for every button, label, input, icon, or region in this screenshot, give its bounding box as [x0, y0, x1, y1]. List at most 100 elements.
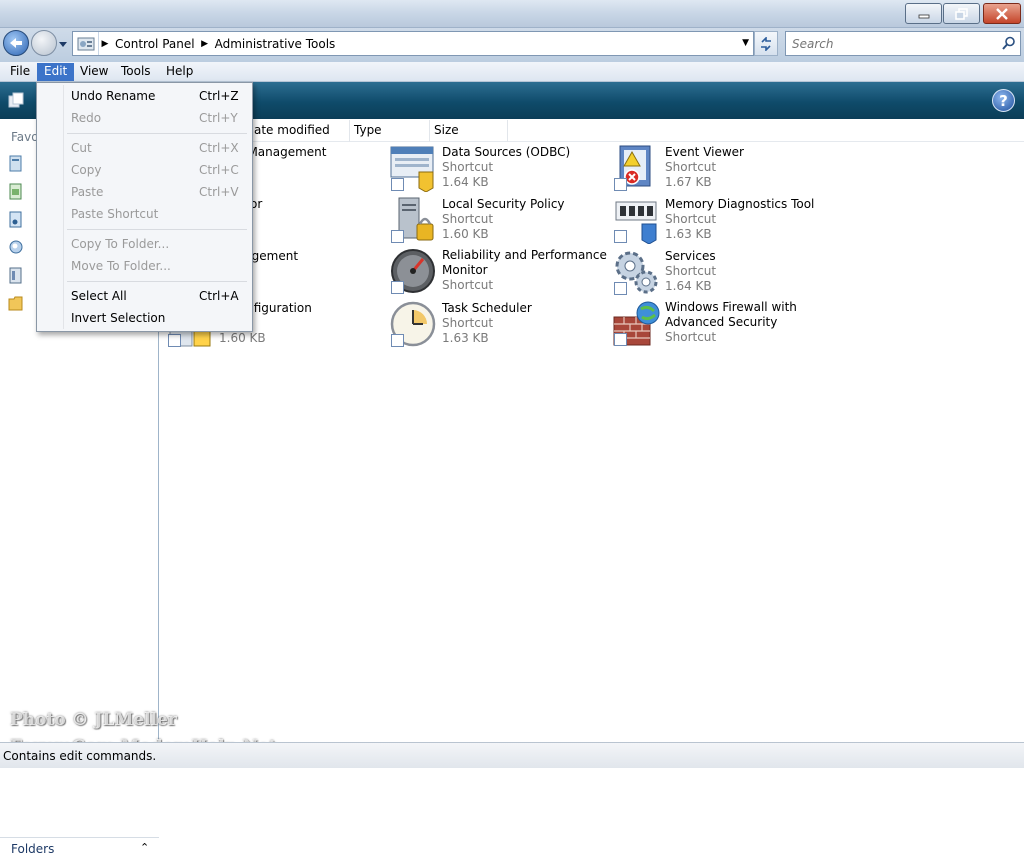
address-bar[interactable]: ▶ Control Panel ▶ Administrative Tools ▼ — [72, 31, 754, 56]
menu-item-label: Move To Folder... — [71, 259, 171, 273]
tile-windows-firewall[interactable]: Windows Firewall with Advanced Security … — [612, 299, 832, 349]
menu-item-redo[interactable]: Redo Ctrl+Y — [39, 108, 250, 128]
shortcut-arrow-icon — [391, 334, 404, 347]
column-date-modified[interactable]: ate modified — [248, 120, 350, 142]
close-button[interactable] — [983, 3, 1021, 24]
menu-item-label: Copy To Folder... — [71, 237, 170, 251]
help-button[interactable]: ? — [992, 89, 1015, 112]
back-button[interactable] — [3, 30, 29, 56]
tile-type: Shortcut — [665, 160, 717, 174]
menu-item-paste[interactable]: Paste Ctrl+V — [39, 182, 250, 202]
shortcut-arrow-icon — [391, 178, 404, 191]
breadcrumb-control-panel[interactable]: Control Panel — [111, 37, 199, 51]
tile-type: Shortcut — [442, 212, 494, 226]
menu-item-invert-selection[interactable]: Invert Selection — [39, 308, 250, 328]
menu-item-copy[interactable]: Copy Ctrl+C — [39, 160, 250, 180]
tile-type: Shortcut — [442, 278, 494, 292]
breadcrumb-administrative-tools[interactable]: Administrative Tools — [211, 37, 340, 51]
tile-size: 1.64 KB — [442, 175, 489, 189]
address-row: ▶ Control Panel ▶ Administrative Tools ▼ — [0, 28, 1024, 62]
menu-item-select-all[interactable]: Select All Ctrl+A — [39, 286, 250, 306]
menu-item-copy-to-folder[interactable]: Copy To Folder... — [39, 234, 250, 254]
menu-item-shortcut: Ctrl+V — [199, 185, 239, 199]
menu-edit[interactable]: Edit — [37, 63, 75, 81]
shortcut-arrow-icon — [391, 281, 404, 294]
column-headers: ate modified Type Size — [160, 120, 1024, 142]
menu-tools[interactable]: Tools — [114, 63, 158, 81]
search-icon[interactable] — [1002, 36, 1016, 50]
tile-reliability-monitor[interactable]: Reliability and Performance Monitor Shor… — [389, 247, 609, 297]
breadcrumb-separator-icon[interactable]: ▶ — [99, 39, 111, 49]
shortcut-arrow-icon — [168, 334, 181, 347]
folders-bar[interactable]: Folders ⌃ — [0, 837, 159, 861]
tile-type: Shortcut — [442, 160, 494, 174]
tile-task-scheduler[interactable]: Task Scheduler Shortcut 1.63 KB — [389, 300, 609, 350]
music-link-icon[interactable] — [8, 211, 24, 229]
menu-help[interactable]: Help — [159, 63, 200, 81]
tile-size: 1.67 KB — [665, 175, 712, 189]
menu-item-undo-rename[interactable]: Undo Rename Ctrl+Z — [39, 86, 250, 106]
searches-link-icon[interactable] — [8, 239, 24, 257]
breadcrumb-separator-icon[interactable]: ▶ — [199, 39, 211, 49]
forward-button[interactable] — [31, 30, 57, 56]
watermark-line-1: Photo © JLMeller — [10, 710, 177, 730]
menu-item-move-to-folder[interactable]: Move To Folder... — [39, 256, 250, 276]
menu-item-shortcut: Ctrl+Z — [199, 89, 239, 103]
restore-button[interactable] — [943, 3, 980, 24]
tile-size: 1.63 KB — [442, 331, 489, 345]
search-input[interactable] — [790, 35, 990, 52]
tile-type: Shortcut — [442, 316, 494, 330]
menu-view[interactable]: View — [73, 63, 115, 81]
shortcut-arrow-icon — [614, 333, 627, 346]
chevron-down-icon — [59, 42, 67, 47]
tile-data-sources[interactable]: Data Sources (ODBC) Shortcut 1.64 KB — [389, 144, 609, 194]
restore-icon — [954, 7, 968, 20]
back-arrow-icon — [10, 38, 22, 48]
address-history-dropdown[interactable]: ▼ — [742, 38, 749, 48]
menu-separator — [67, 281, 247, 282]
tile-event-viewer[interactable]: Event Viewer Shortcut 1.67 KB — [612, 144, 832, 194]
status-text: Contains edit commands. — [3, 749, 157, 763]
column-size[interactable]: Size — [428, 120, 508, 142]
menu-separator — [67, 229, 247, 230]
search-box[interactable] — [785, 31, 1021, 56]
folder-icon[interactable] — [8, 295, 24, 313]
tile-services[interactable]: Services Shortcut 1.64 KB — [612, 248, 832, 298]
public-link-icon[interactable] — [8, 267, 24, 285]
title-bar[interactable] — [0, 0, 1024, 28]
menu-separator — [67, 133, 247, 134]
organize-icon[interactable] — [8, 92, 24, 108]
chevron-up-icon[interactable]: ⌃ — [140, 841, 149, 854]
menu-item-label: Cut — [71, 141, 92, 155]
menu-item-paste-shortcut[interactable]: Paste Shortcut — [39, 204, 250, 224]
menu-item-label: Invert Selection — [71, 311, 166, 325]
tile-type: Shortcut — [665, 264, 717, 278]
shortcut-arrow-icon — [614, 282, 627, 295]
tile-name: Memory Diagnostics Tool — [665, 197, 815, 211]
menu-item-cut[interactable]: Cut Ctrl+X — [39, 138, 250, 158]
tile-memory-diagnostics[interactable]: Memory Diagnostics Tool Shortcut 1.63 KB — [612, 196, 832, 246]
recent-pages-dropdown[interactable] — [58, 38, 68, 48]
tile-size: 1.60 KB — [219, 331, 266, 345]
minimize-button[interactable] — [905, 3, 942, 24]
refresh-button[interactable] — [754, 31, 778, 56]
tile-name: Reliability and Performance Monitor — [442, 248, 607, 277]
tile-type: Shortcut — [665, 212, 717, 226]
tile-type: Shortcut — [665, 330, 717, 344]
tile-name: Services — [665, 249, 716, 263]
menu-item-label: Paste Shortcut — [71, 207, 159, 221]
menu-file[interactable]: File — [3, 63, 37, 81]
shortcut-arrow-icon — [614, 178, 627, 191]
pictures-link-icon[interactable] — [8, 183, 24, 201]
tile-local-security-policy[interactable]: Local Security Policy Shortcut 1.60 KB — [389, 196, 609, 246]
menu-item-shortcut: Ctrl+C — [199, 163, 239, 177]
control-panel-icon — [73, 32, 99, 55]
tile-name: Windows Firewall with Advanced Security — [665, 300, 797, 329]
menu-item-label: Redo — [71, 111, 102, 125]
folders-label[interactable]: Folders — [11, 842, 54, 856]
tile-name: Event Viewer — [665, 145, 744, 159]
column-type[interactable]: Type — [348, 120, 430, 142]
menu-bar: File Edit View Tools Help — [0, 62, 1024, 82]
menu-item-shortcut: Ctrl+A — [199, 289, 239, 303]
documents-link-icon[interactable] — [8, 155, 24, 173]
